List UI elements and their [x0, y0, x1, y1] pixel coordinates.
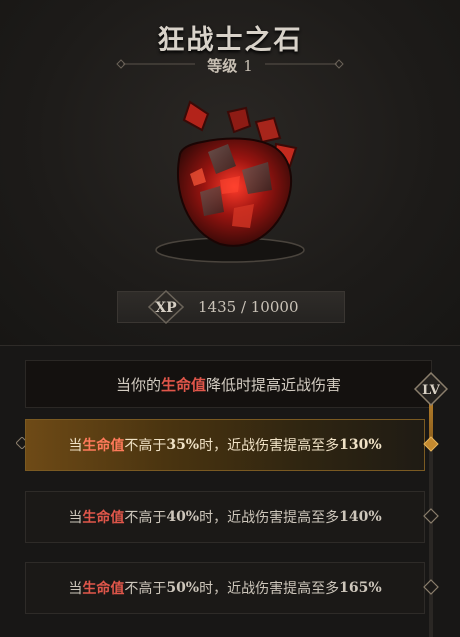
- tier-1-bonus: 130%: [339, 437, 382, 453]
- lv-badge-icon: LV: [414, 372, 448, 406]
- tier-3-text-b: 不高于: [124, 581, 167, 597]
- tier-3-threshold: 50%: [166, 580, 200, 596]
- level-label: 等级: [207, 57, 238, 75]
- tier-3-bonus: 165%: [339, 580, 382, 596]
- tier-3-node-icon: [423, 579, 439, 595]
- skill-tiers-panel: 当你的 生命值 降低时提高近战伤害 LV 当生命值 不高于 35% 时，近战伤害提高至多 1…: [0, 345, 460, 637]
- tier-1-text-c: 时，近战伤害提高至多: [199, 438, 340, 454]
- tier-row-1[interactable]: 当生命值 不高于 35% 时，近战伤害提高至多 130%: [25, 419, 425, 471]
- tier-row-2[interactable]: 当生命值 不高于 40% 时，近战伤害提高至多 140%: [25, 491, 425, 543]
- tier-2-threshold: 40%: [166, 509, 200, 525]
- blood-heart-gem-icon: [155, 100, 305, 263]
- item-title: 狂战士之石: [157, 25, 303, 56]
- tier-2-text-b: 不高于: [124, 510, 167, 526]
- tier-1-threshold: 35%: [166, 437, 200, 453]
- tier-2-text-c: 时，近战伤害提高至多: [199, 510, 340, 526]
- tier-row-3[interactable]: 当生命值 不高于 50% 时，近战伤害提高至多 165%: [25, 562, 425, 614]
- item-level: 等级 1: [0, 55, 460, 76]
- tier-2-node-icon: [423, 508, 439, 524]
- xp-badge-icon: XP: [148, 290, 184, 324]
- tier-1-text-b: 不高于: [124, 438, 167, 454]
- tier-1-text-a: 当: [68, 438, 83, 454]
- tier-2-text-a: 当: [68, 510, 83, 526]
- item-header-panel: 狂战士之石 等级 1 XP 1435 / 10000: [0, 0, 460, 345]
- effect-description: 当你的 生命值 降低时提高近战伤害: [25, 360, 432, 408]
- effect-suffix: 降低时提高近战伤害: [206, 375, 342, 394]
- tier-3-keyword: 生命值: [82, 581, 125, 597]
- tier-2-bonus: 140%: [339, 509, 382, 525]
- lv-badge-label: LV: [422, 383, 441, 398]
- level-value: 1: [243, 57, 253, 75]
- tier-3-text-a: 当: [68, 581, 83, 597]
- effect-keyword: 生命值: [160, 375, 206, 394]
- xp-progress-bar: XP 1435 / 10000: [117, 290, 345, 324]
- effect-prefix: 当你的: [115, 375, 161, 394]
- xp-badge-label: XP: [155, 300, 177, 316]
- xp-value: 1435 / 10000: [198, 298, 299, 316]
- tier-1-keyword: 生命值: [82, 438, 125, 454]
- tier-3-text-c: 时，近战伤害提高至多: [199, 581, 340, 597]
- tier-2-keyword: 生命值: [82, 510, 125, 526]
- tier-1-node-icon: [423, 436, 439, 452]
